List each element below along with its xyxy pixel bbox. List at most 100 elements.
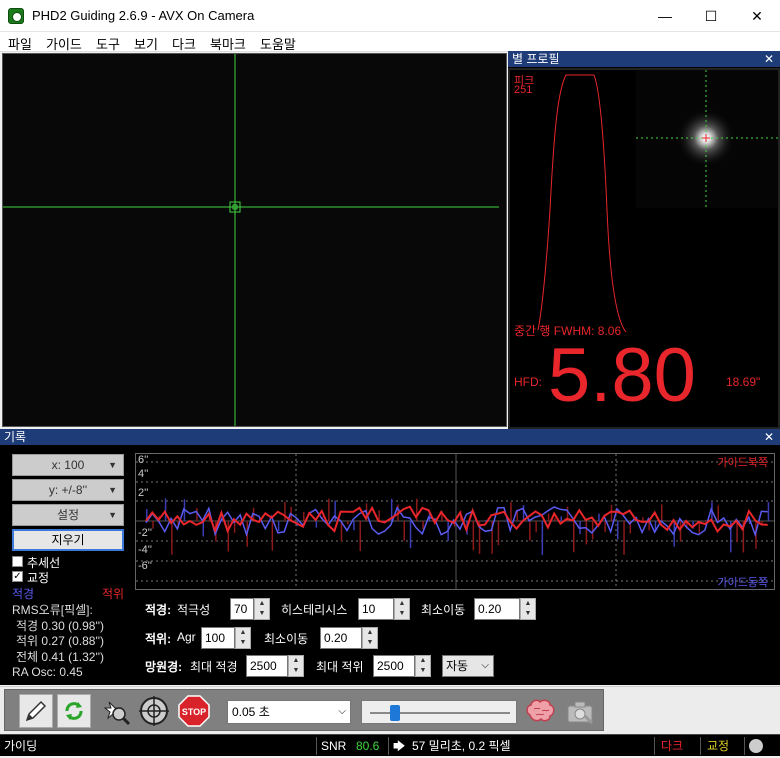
y-tick-minus6: -6'': [138, 560, 152, 572]
menu-bar: 파일 가이드 도구 보기 다크 북마크 도움말: [0, 32, 780, 52]
star-thumbnail-svg: [636, 70, 778, 208]
exposure-dropdown[interactable]: 0.05 초⌵: [227, 700, 351, 724]
ra-minmove-input[interactable]: 0.20: [474, 598, 520, 620]
graph-settings-dropdown[interactable]: 설정 ▼: [12, 504, 124, 526]
correction-bar: [228, 521, 230, 551]
hysteresis-label: 히스테리시스: [281, 601, 347, 618]
dec-minmove-input[interactable]: 0.20: [320, 627, 362, 649]
hysteresis-spinner[interactable]: ▲▼: [394, 598, 410, 620]
hysteresis-input[interactable]: 10: [358, 598, 394, 620]
correction-bar: [623, 521, 625, 555]
minimize-button[interactable]: —: [642, 0, 688, 32]
dec-agr-spinner[interactable]: ▲▼: [235, 627, 251, 649]
menu-view[interactable]: 보기: [134, 34, 158, 53]
correction-bar: [542, 521, 544, 555]
correction-bar: [642, 517, 644, 521]
mount-params-label: 망원경:: [145, 658, 182, 675]
dec-params-label: 적위:: [145, 630, 171, 647]
correction-bar: [761, 521, 763, 523]
correction-bar: [152, 521, 154, 529]
correction-bar: [554, 518, 556, 521]
max-dec-spinner[interactable]: ▲▼: [415, 655, 431, 677]
history-close-icon[interactable]: ✕: [764, 429, 774, 445]
guide-graph[interactable]: 6'' 4'' 2'' -2'' -4'' -6'' 가이드북쪽 가이드동쪽: [135, 453, 775, 590]
dec-legend: 적위: [102, 585, 124, 602]
status-bar: 가이딩 SNR 80.6 🡆 57 밀리초, 0.2 픽셀 다크 교정: [0, 734, 780, 756]
hfd-value: 5.80: [548, 336, 696, 416]
star-profile-title: 별 프로필: [512, 52, 560, 66]
star-profile-close-icon[interactable]: ✕: [764, 51, 774, 67]
gamma-slider[interactable]: [361, 700, 517, 724]
correction-bar: [535, 521, 537, 532]
y-tick-6: 6'': [138, 454, 148, 466]
max-ra-spinner[interactable]: ▲▼: [288, 655, 304, 677]
loop-icon[interactable]: [57, 694, 91, 728]
max-dec-input[interactable]: 2500: [373, 655, 415, 677]
rms-dec: 적위 0.27 (0.88''): [16, 632, 104, 649]
resize-grip[interactable]: [744, 737, 780, 755]
maximize-button[interactable]: ☐: [688, 0, 734, 32]
guide-graph-svg: [136, 454, 774, 589]
y-tick-minus4: -4'': [138, 544, 152, 556]
status-state: 가이딩: [0, 737, 37, 755]
correction-bar: [573, 521, 575, 552]
corrections-checkbox[interactable]: ✓: [12, 571, 23, 582]
settings-label: 설정: [57, 508, 79, 522]
dec-minmove-spinner[interactable]: ▲▼: [362, 627, 378, 649]
correction-bar: [353, 521, 355, 530]
camera-view[interactable]: [2, 53, 507, 427]
ra-aggr-input[interactable]: 70: [230, 598, 254, 620]
correction-bar: [604, 521, 606, 532]
dec-agr-input[interactable]: 100: [201, 627, 235, 649]
stop-icon: STOP: [178, 695, 210, 727]
correction-bar: [316, 521, 318, 528]
correction-bar: [667, 520, 669, 521]
y-tick-minus2: -2'': [138, 527, 152, 539]
max-ra-input[interactable]: 2500: [246, 655, 288, 677]
toolbar-inner: STOP 0.05 초⌵: [4, 689, 604, 731]
correction-bar: [347, 521, 349, 524]
camera-settings-icon[interactable]: [563, 694, 597, 728]
y-scale-dropdown[interactable]: y: +/-8''▼: [12, 479, 124, 501]
camera-overlay: [3, 54, 506, 426]
history-header: 기록 ✕: [0, 429, 780, 445]
close-button[interactable]: ✕: [734, 0, 780, 32]
correction-bar: [203, 521, 205, 536]
arrow-right-icon: 🡆: [388, 737, 405, 755]
correction-bar: [328, 499, 330, 521]
guide-crosshair-icon[interactable]: [137, 694, 171, 728]
chevron-down-icon: ▼: [108, 505, 117, 525]
correction-bar: [272, 521, 274, 551]
svg-text:STOP: STOP: [182, 707, 206, 717]
menu-file[interactable]: 파일: [8, 34, 32, 53]
y-scale-label: y: +/-8'': [49, 483, 87, 497]
ra-aggr-spinner[interactable]: ▲▼: [254, 598, 270, 620]
guide-step-text: 57 밀리초, 0.2 픽셀: [408, 737, 511, 755]
window-title: PHD2 Guiding 2.6.9 - AVX On Camera: [32, 8, 254, 23]
menu-guide[interactable]: 가이드: [46, 34, 82, 53]
trendlines-checkbox[interactable]: [12, 556, 23, 567]
correction-bar: [529, 521, 531, 540]
dec-agr-label: Agr: [177, 630, 196, 644]
stop-button[interactable]: STOP: [177, 694, 211, 728]
slider-thumb[interactable]: [390, 705, 400, 721]
brain-icon[interactable]: [523, 694, 557, 728]
ra-minmove-spinner[interactable]: ▲▼: [520, 598, 536, 620]
clear-button[interactable]: 지우기: [12, 529, 124, 551]
menu-help[interactable]: 도움말: [260, 34, 296, 53]
dec-mode-dropdown[interactable]: 자동⌵: [442, 655, 494, 677]
menu-dark[interactable]: 다크: [172, 34, 196, 53]
correction-bar: [422, 521, 424, 529]
guide-east-label: 가이드동쪽: [717, 574, 768, 590]
correction-bar: [171, 521, 173, 555]
y-tick-2: 2'': [138, 487, 148, 499]
pencil-icon[interactable]: [19, 694, 53, 728]
menu-tools[interactable]: 도구: [96, 34, 120, 53]
correction-bar: [548, 514, 550, 521]
x-scale-dropdown[interactable]: x: 100▼: [12, 454, 124, 476]
menu-bookmarks[interactable]: 북마크: [210, 34, 246, 53]
auto-select-star-icon[interactable]: [99, 694, 133, 728]
correction-bar: [561, 516, 563, 521]
title-bar: PHD2 Guiding 2.6.9 - AVX On Camera — ☐ ✕: [0, 0, 780, 32]
ra-legend: 적경: [12, 585, 34, 602]
